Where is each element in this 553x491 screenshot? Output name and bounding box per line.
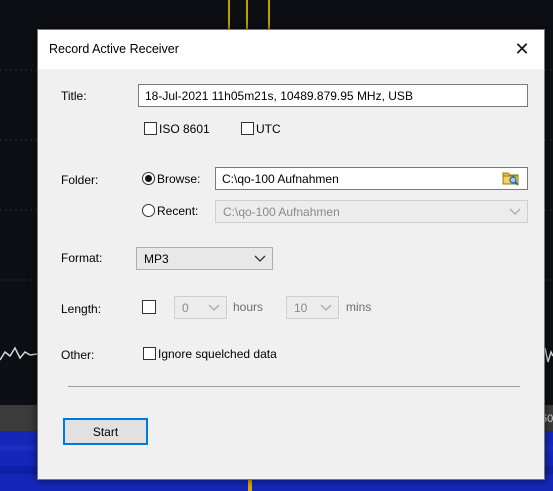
recent-folder-dropdown[interactable]: C:\qo-100 Aufnahmen bbox=[215, 200, 528, 223]
start-button[interactable]: Start bbox=[63, 418, 148, 445]
title-input[interactable]: 18-Jul-2021 11h05m21s, 10489.879.95 MHz,… bbox=[138, 84, 528, 107]
separator bbox=[68, 386, 520, 387]
length-checkbox[interactable] bbox=[142, 300, 156, 314]
length-label: Length: bbox=[61, 302, 102, 316]
chevron-down-icon bbox=[208, 304, 220, 311]
recent-folder-value: C:\qo-100 Aufnahmen bbox=[223, 204, 340, 219]
ignore-squelched-checkbox[interactable] bbox=[143, 347, 156, 360]
recent-radio[interactable] bbox=[142, 204, 155, 217]
browse-folder-value: C:\qo-100 Aufnahmen bbox=[222, 171, 339, 186]
mins-value: 10 bbox=[294, 300, 308, 315]
iso8601-checkbox[interactable] bbox=[144, 122, 157, 135]
title-input-value: 18-Jul-2021 11h05m21s, 10489.879.95 MHz,… bbox=[145, 88, 413, 103]
title-label: Title: bbox=[61, 89, 87, 103]
browse-radio[interactable] bbox=[142, 172, 155, 185]
dialog-titlebar: Record Active Receiver ✕ bbox=[38, 30, 544, 69]
format-value: MP3 bbox=[144, 251, 169, 266]
close-icon[interactable]: ✕ bbox=[500, 30, 544, 69]
dialog-title: Record Active Receiver bbox=[49, 42, 179, 56]
iso8601-label: ISO 8601 bbox=[159, 122, 210, 136]
hours-label: hours bbox=[233, 300, 264, 314]
hours-value: 0 bbox=[182, 300, 189, 315]
recent-label: Recent: bbox=[157, 204, 199, 218]
hours-dropdown[interactable]: 0 bbox=[174, 296, 227, 319]
folder-label: Folder: bbox=[61, 173, 99, 187]
record-dialog: Record Active Receiver ✕ Title: 18-Jul-2… bbox=[37, 29, 545, 480]
folder-search-icon[interactable] bbox=[500, 168, 522, 188]
browse-folder-input[interactable]: C:\qo-100 Aufnahmen bbox=[215, 167, 528, 190]
ignore-squelched-label: Ignore squelched data bbox=[158, 347, 277, 361]
utc-label: UTC bbox=[256, 122, 281, 136]
browse-radio-dot bbox=[145, 175, 152, 182]
utc-checkbox[interactable] bbox=[241, 122, 254, 135]
other-label: Other: bbox=[61, 348, 95, 362]
mins-label: mins bbox=[346, 300, 372, 314]
chevron-down-icon bbox=[509, 208, 521, 215]
mins-dropdown[interactable]: 10 bbox=[286, 296, 339, 319]
chevron-down-icon bbox=[254, 255, 266, 262]
browse-label: Browse: bbox=[157, 172, 201, 186]
chevron-down-icon bbox=[320, 304, 332, 311]
format-label: Format: bbox=[61, 251, 103, 265]
format-dropdown[interactable]: MP3 bbox=[136, 247, 273, 270]
